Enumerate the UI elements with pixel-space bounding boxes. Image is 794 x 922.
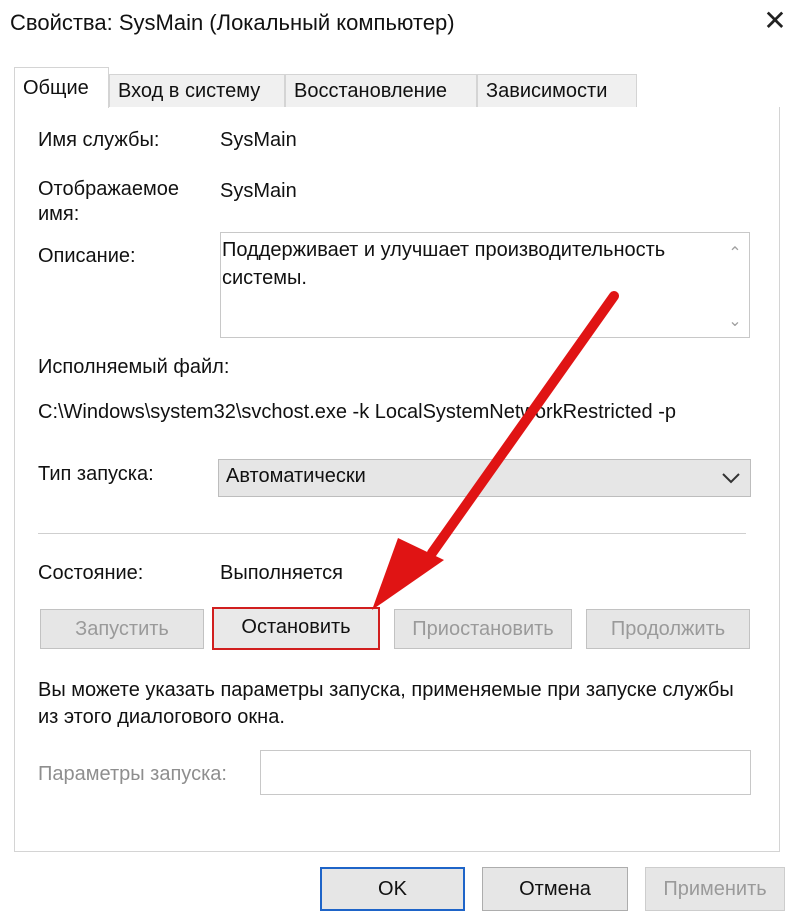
description-label: Описание: [38, 245, 136, 267]
ok-button[interactable]: OK [320, 867, 465, 911]
tab-dependencies[interactable]: Зависимости [477, 74, 637, 107]
params-hint: Вы можете указать параметры запуска, при… [38, 679, 734, 728]
service-name-value: SysMain [220, 129, 297, 151]
status-value: Выполняется [220, 562, 343, 584]
stop-button[interactable]: Остановить [212, 607, 380, 650]
start-button[interactable]: Запустить [40, 609, 204, 649]
params-label: Параметры запуска: [38, 763, 227, 785]
tab-recovery[interactable]: Восстановление [285, 74, 477, 107]
scroll-up-icon[interactable]: ⌃ [724, 243, 746, 263]
service-name-label: Имя службы: [38, 129, 160, 151]
chevron-down-icon[interactable] [716, 463, 746, 493]
status-label: Состояние: [38, 562, 144, 584]
description-text: Поддерживает и улучшает производительнос… [222, 239, 666, 289]
display-name-label-line2: имя: [38, 203, 80, 225]
display-name-value[interactable]: SysMain [220, 180, 297, 203]
resume-button[interactable]: Продолжить [586, 609, 750, 649]
startup-type-value: Автоматически [226, 465, 366, 487]
tab-logon[interactable]: Вход в систему [109, 74, 285, 107]
tab-general[interactable]: Общие [14, 67, 109, 108]
executable-label: Исполняемый файл: [38, 356, 230, 378]
close-icon[interactable]: ✕ [758, 4, 792, 40]
apply-button[interactable]: Применить [645, 867, 785, 911]
pause-button[interactable]: Приостановить [394, 609, 572, 649]
separator [38, 533, 746, 534]
display-name-label-line1: Отображаемое [38, 178, 179, 200]
cancel-button[interactable]: Отмена [482, 867, 628, 911]
startup-type-label: Тип запуска: [38, 463, 154, 485]
window-title: Свойства: SysMain (Локальный компьютер) [10, 10, 455, 35]
executable-path: C:\Windows\system32\svchost.exe -k Local… [38, 401, 676, 423]
scroll-down-icon[interactable]: ⌄ [724, 311, 746, 331]
params-input[interactable] [260, 750, 751, 795]
